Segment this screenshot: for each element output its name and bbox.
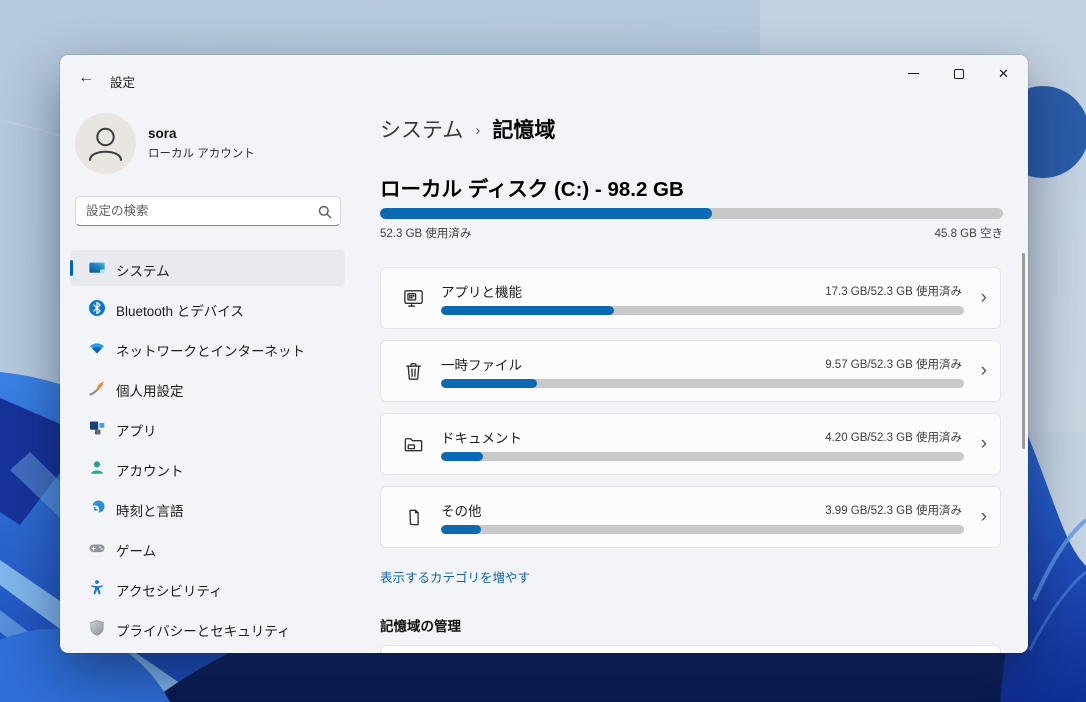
user-name: sora [148,126,177,141]
settings-window: ← 設定 ✕ sora ローカル アカウント 設定の検索 システム Blueto… [60,55,1028,653]
time-language-icon [88,499,106,517]
category-card-documents[interactable]: ドキュメント 4.20 GB/52.3 GB 使用済み › [380,413,1001,475]
disk-used-label: 52.3 GB 使用済み [380,228,472,240]
disk-usage-progressbar [380,208,1003,219]
desktop: ← 設定 ✕ sora ローカル アカウント 設定の検索 システム Blueto… [0,0,1086,702]
sidebar-item-label: アカウント [116,463,184,479]
apps-icon [88,419,106,437]
sidebar-item-gaming[interactable]: ゲーム [70,530,345,566]
category-progressbar [441,379,964,388]
category-card-other[interactable]: その他 3.99 GB/52.3 GB 使用済み › [380,486,1001,548]
sidebar-item-label: アクセシビリティ [116,583,223,599]
category-card-apps-features[interactable]: アプリと機能 17.3 GB/52.3 GB 使用済み › [380,267,1001,329]
category-title: アプリと機能 [441,285,522,300]
maximize-button[interactable] [936,57,981,90]
category-card-temp-files[interactable]: 一時ファイル 9.57 GB/52.3 GB 使用済み › [380,340,1001,402]
system-icon [88,259,106,277]
category-usage: 9.57 GB/52.3 GB 使用済み [825,359,962,371]
chevron-right-icon: › [980,287,987,308]
storage-management-header: 記憶域の管理 [380,619,461,634]
avatar[interactable] [75,113,136,174]
person-icon [89,127,122,161]
minimize-icon [908,72,919,75]
breadcrumb: システム › 記憶域 [380,113,555,145]
sidebar-item-privacy-security[interactable]: プライバシーとセキュリティ [70,610,345,646]
sidebar-item-system[interactable]: システム [70,250,345,286]
close-button[interactable]: ✕ [981,57,1026,90]
category-progress-fill [441,306,615,315]
category-title: ドキュメント [441,431,522,446]
category-progressbar [441,525,964,534]
category-progressbar [441,306,964,315]
sidebar-item-label: 時刻と言語 [116,503,184,519]
category-usage: 4.20 GB/52.3 GB 使用済み [825,432,962,444]
sidebar-item-apps[interactable]: アプリ [70,410,345,446]
search-input[interactable] [76,197,340,225]
sidebar-item-label: Bluetooth とデバイス [116,303,244,319]
category-progress-fill [441,525,481,534]
search-icon [318,205,332,219]
disk-usage-fill [380,208,713,219]
chevron-right-icon: › [980,360,987,381]
user-account-type: ローカル アカウント [148,148,255,160]
accounts-icon [88,459,106,477]
apps-features-icon [402,287,425,310]
breadcrumb-separator-icon: › [475,121,481,139]
sidebar-item-personalization[interactable]: 個人用設定 [70,370,345,406]
category-title: 一時ファイル [441,358,522,373]
window-controls: ✕ [891,57,1026,90]
bluetooth-icon [88,299,106,317]
sidebar-item-label: 個人用設定 [116,383,184,399]
sidebar-item-network-internet[interactable]: ネットワークとインターネット [70,330,345,366]
sidebar-item-bluetooth-devices[interactable]: Bluetooth とデバイス [70,290,345,326]
category-usage: 17.3 GB/52.3 GB 使用済み [825,286,962,298]
disk-free-label: 45.8 GB 空き [934,228,1003,240]
selection-indicator [70,260,73,276]
sidebar-item-label: ネットワークとインターネット [116,343,305,359]
search-box [75,196,341,226]
disk-title: ローカル ディスク (C:) - 98.2 GB [380,178,684,201]
partially-visible-card [380,645,1001,653]
close-icon: ✕ [998,66,1009,81]
temp-files-icon [402,360,425,383]
category-progressbar [441,452,964,461]
minimize-button[interactable] [891,57,936,90]
app-title: 設定 [110,76,136,90]
show-more-categories-link[interactable]: 表示するカテゴリを増やす [380,567,530,586]
privacy-icon [88,619,106,637]
sidebar-item-label: ゲーム [116,543,157,559]
back-button[interactable]: ← [73,66,99,90]
sidebar-item-accounts[interactable]: アカウント [70,450,345,486]
category-progress-fill [441,452,483,461]
sidebar-item-label: システム [116,263,170,279]
documents-icon [402,433,425,456]
gaming-icon [88,539,106,557]
disk-usage-labels: 52.3 GB 使用済み 45.8 GB 空き [380,225,1003,241]
chevron-right-icon: › [980,506,987,527]
sidebar-item-time-language[interactable]: 時刻と言語 [70,490,345,526]
maximize-icon [953,68,964,79]
breadcrumb-current: 記憶域 [492,119,556,142]
sidebar-item-label: プライバシーとセキュリティ [116,623,291,639]
category-usage: 3.99 GB/52.3 GB 使用済み [825,505,962,517]
breadcrumb-parent[interactable]: システム [380,114,463,144]
accessibility-icon [88,579,106,597]
category-progress-fill [441,379,537,388]
personalization-icon [88,379,106,397]
category-title: その他 [441,504,482,519]
sidebar-item-label: アプリ [116,423,157,439]
other-icon [402,506,425,529]
vertical-scrollbar[interactable] [1022,253,1025,449]
sidebar-item-accessibility[interactable]: アクセシビリティ [70,570,345,606]
chevron-right-icon: › [980,433,987,454]
network-icon [88,339,106,357]
